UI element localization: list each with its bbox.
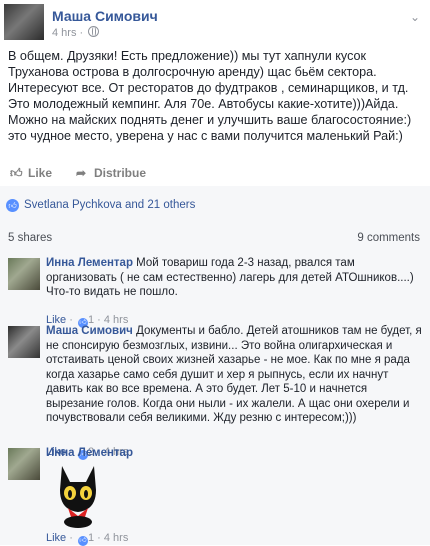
likes-summary[interactable]: 👍︎ Svetlana Pychkova and 21 others [0, 186, 430, 225]
globe-icon [88, 26, 100, 37]
comments-section: Инна Лементар Мой товариш года 2-3 назад… [0, 248, 430, 546]
comment-author[interactable]: Маша Симович [46, 325, 133, 337]
comment-body: Маша Симович Документы и бабло. Детей ат… [46, 324, 424, 426]
likes-text[interactable]: Svetlana Pychkova and 21 others [24, 199, 195, 211]
like-button-label: Like [28, 166, 53, 180]
avatar[interactable] [8, 448, 40, 480]
share-button[interactable]: ➦ Distribue [76, 166, 146, 180]
comment-body: Инна Лементар Мой товариш года 2-3 назад… [46, 256, 424, 300]
shares-count[interactable]: 5 shares [8, 232, 52, 244]
post-text: В общем. Друзяки! Есть предложение)) мы … [8, 49, 412, 143]
comment-time[interactable]: · 4 hrs [97, 532, 128, 544]
comment-author[interactable]: Инна Лементар [46, 257, 133, 269]
share-arrow-icon: ➦ [76, 166, 87, 180]
comment-like-count[interactable]: 1 [88, 532, 94, 544]
post-time-text[interactable]: 4 hrs · [52, 27, 83, 39]
thumbs-up-icon: 👍︎ [10, 166, 23, 180]
avatar[interactable] [8, 326, 40, 358]
comment-like-link[interactable]: Like [46, 532, 66, 544]
avatar[interactable] [8, 258, 40, 290]
comment-body: Инна Лементар [46, 446, 424, 461]
post-header: Маша Симович 4 hrs · ⌄ [0, 0, 430, 42]
like-badge-icon: 👍︎ [6, 199, 19, 212]
share-button-label: Distribue [94, 166, 147, 180]
chevron-down-icon[interactable]: ⌄ [410, 10, 420, 24]
avatar[interactable] [4, 4, 44, 40]
cat-sticker[interactable] [48, 460, 108, 528]
shares-row: 5 shares 9 comments [0, 224, 430, 249]
comment-meta: Like · 👍︎1 · 4 hrs [46, 532, 129, 546]
post-author[interactable]: Маша Симович [52, 8, 158, 24]
post-time[interactable]: 4 hrs · [52, 26, 100, 39]
comments-count[interactable]: 9 comments [357, 232, 420, 244]
comment-text-2: Что-то видать не пошло. [46, 286, 178, 298]
comment-author[interactable]: Инна Лементар [46, 447, 133, 459]
comment-text: Документы и бабло. Детей атошников там н… [46, 325, 422, 424]
like-button[interactable]: 👍︎ Like [10, 166, 52, 181]
post-actions: 👍︎ Like ➦ Distribue [0, 160, 430, 187]
